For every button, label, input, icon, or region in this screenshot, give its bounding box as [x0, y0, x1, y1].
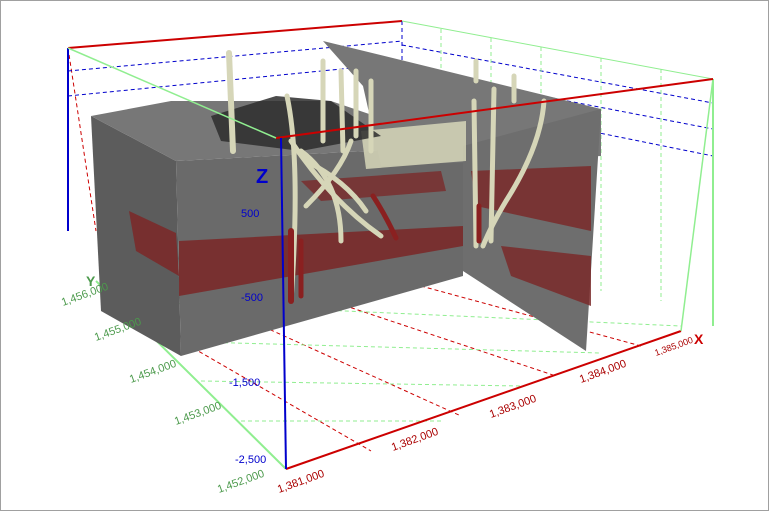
z-tick: -1,500 [229, 377, 260, 389]
x-tick: 1,384,000 [578, 358, 628, 386]
scene-3d[interactable]: Z X Y 500 -500 -1,500 -2,500 1,452,000 1… [1, 1, 768, 510]
x-axis-line [285, 330, 682, 470]
z-tick: 500 [241, 208, 259, 220]
z-tick: -500 [241, 292, 263, 304]
x-axis-letter: X [694, 331, 704, 347]
x-tick: 1,381,000 [276, 468, 326, 496]
3d-viewport[interactable]: Z X Y 500 -500 -1,500 -2,500 1,452,000 1… [0, 0, 769, 511]
y-tick: 1,452,000 [216, 468, 266, 496]
geology-model[interactable] [91, 41, 601, 356]
y-tick: 1,454,000 [128, 358, 178, 386]
x-axis-ticks: 1,381,000 1,382,000 1,383,000 1,384,000 … [276, 335, 694, 496]
x-tick: 1,383,000 [488, 393, 538, 421]
z-tick: -2,500 [235, 454, 266, 466]
z-axis-letter: Z [256, 166, 268, 188]
y-tick: 1,453,000 [173, 400, 223, 428]
